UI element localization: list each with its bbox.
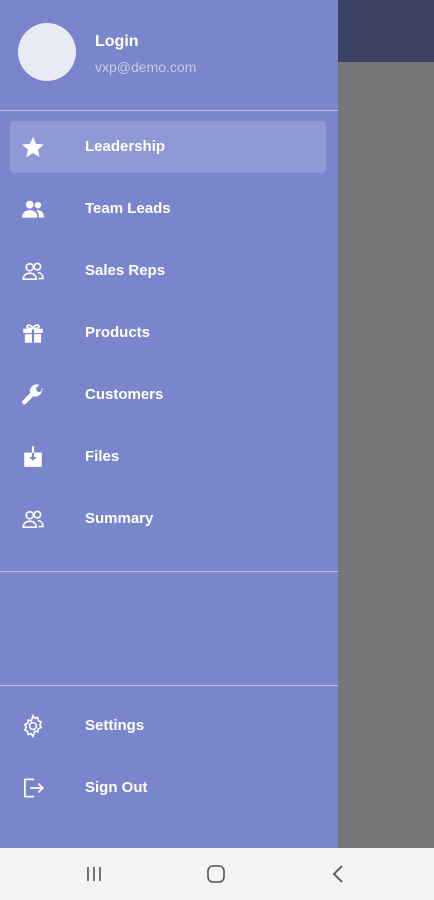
- drawer-scrim[interactable]: [338, 62, 434, 848]
- menu-item-label: Sales Reps: [85, 262, 166, 279]
- menu-item-label: Customers: [85, 386, 164, 403]
- footer-divider: [0, 685, 338, 686]
- background-app-bar: [338, 0, 434, 62]
- menu-item-label: Settings: [85, 717, 145, 734]
- people-outline-icon: [20, 506, 46, 532]
- user-email: vxp@demo.com: [95, 59, 197, 75]
- menu-item-files[interactable]: Files: [10, 431, 326, 483]
- menu-item-team-leads[interactable]: Team Leads: [10, 183, 326, 235]
- menu-item-label: Products: [85, 324, 151, 341]
- people-filled-icon: [20, 196, 46, 222]
- home-icon[interactable]: [203, 862, 229, 886]
- people-outline-icon: [20, 258, 46, 284]
- menu-item-products[interactable]: Products: [10, 307, 326, 359]
- wrench-icon: [20, 382, 46, 408]
- gear-icon: [20, 713, 46, 739]
- menu-item-label: Files: [85, 448, 120, 465]
- menu-divider: [0, 571, 338, 572]
- menu-item-summary[interactable]: Summary: [10, 493, 326, 545]
- app-screen: Login vxp@demo.com Leadership Team Leads: [0, 0, 434, 900]
- header-divider: [0, 110, 338, 111]
- menu-item-label: Summary: [85, 510, 154, 527]
- system-navigation-bar: [0, 848, 434, 900]
- avatar[interactable]: [18, 23, 76, 81]
- menu-item-customers[interactable]: Customers: [10, 369, 326, 421]
- user-name[interactable]: Login: [95, 33, 139, 51]
- gift-icon: [20, 320, 46, 346]
- star-icon: [20, 134, 46, 160]
- menu-item-sign-out[interactable]: Sign Out: [10, 762, 326, 814]
- menu-item-settings[interactable]: Settings: [10, 700, 326, 752]
- drawer-header: Login vxp@demo.com: [0, 0, 338, 110]
- back-icon[interactable]: [326, 862, 352, 886]
- navigation-drawer: Login vxp@demo.com Leadership Team Leads: [0, 0, 338, 848]
- recents-icon[interactable]: [81, 862, 107, 886]
- menu-item-leadership[interactable]: Leadership: [10, 121, 326, 173]
- menu-item-label: Sign Out: [85, 779, 148, 796]
- sign-out-icon: [20, 775, 46, 801]
- download-box-icon: [20, 444, 46, 470]
- menu-item-label: Team Leads: [85, 200, 171, 217]
- menu-item-label: Leadership: [85, 138, 166, 155]
- menu-item-sales-reps[interactable]: Sales Reps: [10, 245, 326, 297]
